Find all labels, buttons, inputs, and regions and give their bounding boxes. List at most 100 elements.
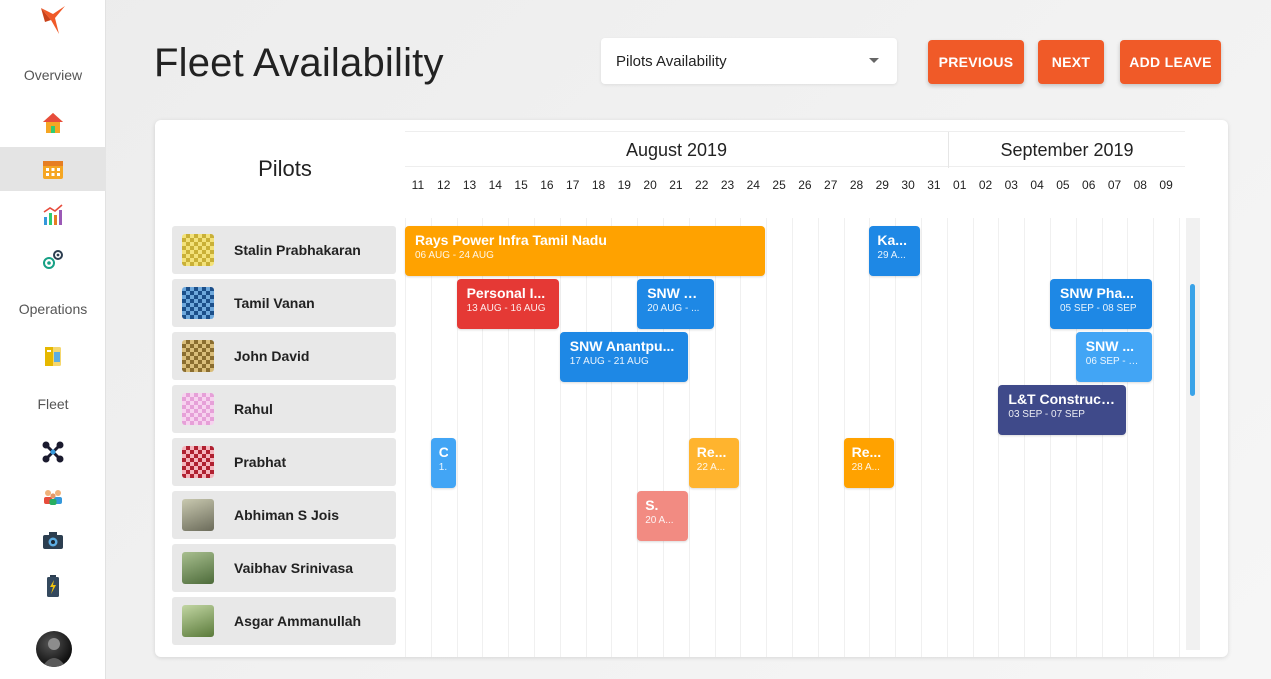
event-title: SNW Anantpu... xyxy=(569,338,675,354)
page-title: Fleet Availability xyxy=(154,41,444,85)
pilot-avatar xyxy=(182,287,214,319)
pilot-row[interactable]: Abhiman S Jois xyxy=(172,491,396,539)
battery-icon xyxy=(47,575,59,597)
sidebar-item-pilots[interactable] xyxy=(0,474,106,518)
day-label: 07 xyxy=(1107,178,1122,192)
view-select[interactable]: Pilots Availability xyxy=(601,38,897,84)
day-label: 02 xyxy=(978,178,993,192)
day-label: 05 xyxy=(1056,178,1070,192)
schedule-event[interactable]: SNW Anantpu... 17 AUG - 21 AUG xyxy=(559,332,688,382)
sidebar-item-drones[interactable] xyxy=(0,430,106,474)
view-select-value: Pilots Availability xyxy=(616,52,727,70)
day-label: 18 xyxy=(591,178,606,192)
schedule-event[interactable]: C. 1. xyxy=(430,438,456,488)
grid-line xyxy=(817,218,819,657)
pilot-row[interactable]: Stalin Prabhakaran xyxy=(172,226,396,274)
event-title: C. xyxy=(439,444,448,460)
next-button[interactable]: NEXT xyxy=(1038,40,1104,84)
sidebar-item-operations[interactable] xyxy=(0,334,106,378)
pilot-name: Rahul xyxy=(234,401,273,417)
event-dates: 1. xyxy=(438,462,448,473)
day-label: 27 xyxy=(824,178,838,192)
day-label: 01 xyxy=(953,178,967,192)
calendar-icon xyxy=(43,161,63,179)
sidebar-item-batteries[interactable] xyxy=(0,564,106,608)
pilot-row[interactable]: Vaibhav Srinivasa xyxy=(172,544,396,592)
schedule-event[interactable]: SNW Pha... 05 SEP - 08 SEP xyxy=(1050,279,1153,329)
pilot-row[interactable]: John David xyxy=(172,332,396,380)
event-title: SNW Pha... xyxy=(1060,285,1134,301)
sidebar-item-analytics[interactable] xyxy=(0,193,106,237)
day-label: 13 xyxy=(462,178,477,192)
pilot-avatar xyxy=(182,393,214,425)
event-dates: 22 A... xyxy=(696,462,726,473)
event-dates: 05 SEP - 08 SEP xyxy=(1060,303,1137,314)
day-label: 08 xyxy=(1133,178,1147,192)
schedule-event[interactable]: SNW ... 06 SEP - 0... xyxy=(1075,332,1153,382)
sidebar-item-home[interactable] xyxy=(0,101,106,145)
event-title: SNW A... xyxy=(647,285,704,301)
schedule-event[interactable]: Ka... 29 A... xyxy=(869,226,920,276)
event-title: Rays Power Infra Tamil Nadu xyxy=(415,232,607,248)
sidebar-item-cameras[interactable] xyxy=(0,518,106,562)
previous-button[interactable]: PREVIOUS xyxy=(928,40,1024,84)
grid-line xyxy=(1179,218,1180,657)
day-label: 04 xyxy=(1030,178,1044,192)
pilot-name: Prabhat xyxy=(234,454,287,470)
event-title: Personal I... xyxy=(466,285,546,301)
scrollbar-thumb[interactable] xyxy=(1190,284,1195,396)
schedule-event[interactable]: Rays Power Infra Tamil Nadu 06 AUG - 24 A… xyxy=(405,226,766,276)
event-dates: 13 AUG - 16 AUG xyxy=(466,303,546,314)
grid-line xyxy=(998,218,1000,657)
grid-line xyxy=(740,218,742,657)
day-label: 28 xyxy=(849,178,864,192)
sidebar: Overview Operations Fleet xyxy=(0,0,106,679)
app-logo-icon[interactable] xyxy=(39,4,67,36)
day-label: 23 xyxy=(720,178,735,192)
day-label: 29 xyxy=(875,178,889,192)
pilot-avatar xyxy=(182,234,214,266)
event-title: L&T Construct... xyxy=(1008,391,1117,407)
pilot-row[interactable]: Prabhat xyxy=(172,438,396,486)
day-label: 15 xyxy=(514,178,528,192)
user-avatar[interactable] xyxy=(36,631,72,667)
pilot-avatar xyxy=(182,552,214,584)
pilot-row[interactable]: Rahul xyxy=(172,385,396,433)
schedule-event[interactable]: L&T Construct... 03 SEP - 07 SEP xyxy=(998,385,1127,435)
pilot-avatar xyxy=(182,446,214,478)
pilot-row[interactable]: Asgar Ammanullah xyxy=(172,597,396,645)
grid-line xyxy=(559,218,561,657)
pilot-row[interactable]: Tamil Vanan xyxy=(172,279,396,327)
grid-line xyxy=(843,218,845,657)
day-label: 16 xyxy=(540,178,554,192)
schedule-event[interactable]: Re... 22 A... xyxy=(688,438,740,488)
pilot-avatar xyxy=(182,605,214,637)
gears-icon xyxy=(43,250,63,269)
people-icon xyxy=(44,490,62,505)
event-title: Re... xyxy=(696,444,727,460)
sidebar-section-operations: Operations xyxy=(18,301,88,317)
day-label: 20 xyxy=(643,178,657,192)
calendar-grid: Rays Power Infra Tamil Nadu 06 AUG - 24 A… xyxy=(405,218,1185,657)
pilot-name: Vaibhav Srinivasa xyxy=(234,560,354,576)
drone-icon xyxy=(42,441,64,463)
schedule-event[interactable]: SNW A... 20 AUG - ... xyxy=(637,279,714,329)
day-label: 09 xyxy=(1159,178,1173,192)
month-label: September 2019 xyxy=(948,132,1185,168)
sidebar-item-settings[interactable] xyxy=(0,238,106,282)
sidebar-item-calendar[interactable] xyxy=(0,147,106,191)
grid-line xyxy=(405,218,406,657)
scrollbar-track[interactable] xyxy=(1186,218,1200,650)
schedule-event[interactable]: S. 20 A... xyxy=(637,491,688,541)
day-label: 25 xyxy=(772,178,786,192)
add-leave-button[interactable]: ADD LEAVE xyxy=(1120,40,1221,84)
event-dates: 20 AUG - ... xyxy=(647,303,700,314)
month-label: August 2019 xyxy=(625,139,728,160)
home-icon xyxy=(43,113,63,133)
event-dates: 28 A... xyxy=(851,462,880,473)
event-dates: 06 AUG - 24 AUG xyxy=(415,250,494,261)
schedule-event[interactable]: Personal I... 13 AUG - 16 AUG xyxy=(456,279,559,329)
pilot-name: Asgar Ammanullah xyxy=(234,613,362,629)
sidebar-section-fleet: Fleet xyxy=(37,396,69,412)
schedule-event[interactable]: Re... 28 A... xyxy=(843,438,895,488)
